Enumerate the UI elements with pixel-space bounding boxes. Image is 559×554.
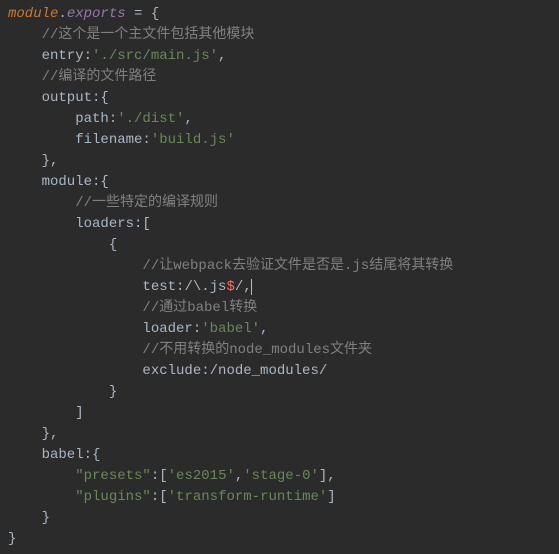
code-line: loader:'babel', bbox=[8, 321, 268, 337]
code-line: } bbox=[8, 531, 16, 547]
code-line: { bbox=[8, 237, 117, 253]
comment: //让webpack去验证文件是否是.js结尾将其转换 bbox=[8, 258, 453, 274]
code-line: }, bbox=[8, 153, 58, 169]
string-literal: './dist' bbox=[117, 111, 184, 127]
code-line: } bbox=[8, 384, 117, 400]
code-line: }, bbox=[8, 426, 58, 442]
comment: //通过babel转换 bbox=[8, 300, 257, 316]
regex-literal: /node_modules/ bbox=[210, 363, 328, 379]
string-literal: "presets" bbox=[75, 468, 151, 484]
code-line: test:/\.js$/, bbox=[8, 279, 252, 295]
string-literal: 'stage-0' bbox=[243, 468, 319, 484]
code-line: "plugins":['transform-runtime'] bbox=[8, 489, 336, 505]
code-line: "presets":['es2015','stage-0'], bbox=[8, 468, 336, 484]
code-line: babel:{ bbox=[8, 447, 100, 463]
string-literal: 'es2015' bbox=[168, 468, 235, 484]
string-literal: "plugins" bbox=[75, 489, 151, 505]
code-line: entry:'./src/main.js', bbox=[8, 48, 226, 64]
comment: //一些特定的编译规则 bbox=[8, 195, 218, 211]
string-literal: './src/main.js' bbox=[92, 48, 218, 64]
comment: //编译的文件路径 bbox=[8, 69, 156, 85]
code-line: filename:'build.js' bbox=[8, 132, 235, 148]
code-line: //通过babel转换 bbox=[8, 300, 257, 316]
code-line: //一些特定的编译规则 bbox=[8, 195, 218, 211]
code-line: //编译的文件路径 bbox=[8, 69, 156, 85]
comment: //这个是一个主文件包括其他模块 bbox=[8, 27, 254, 43]
property-exports: exports bbox=[67, 6, 126, 22]
text-cursor bbox=[251, 279, 252, 295]
code-line: loaders:[ bbox=[8, 216, 151, 232]
code-line: } bbox=[8, 510, 50, 526]
code-line: path:'./dist', bbox=[8, 111, 193, 127]
code-line: //这个是一个主文件包括其他模块 bbox=[8, 27, 254, 43]
code-editor[interactable]: module.exports = { //这个是一个主文件包括其他模块 entr… bbox=[0, 0, 559, 554]
code-line: ] bbox=[8, 405, 84, 421]
string-literal: 'transform-runtime' bbox=[168, 489, 328, 505]
code-line: module:{ bbox=[8, 174, 109, 190]
comment: //不用转换的node_modules文件夹 bbox=[8, 342, 372, 358]
string-literal: 'build.js' bbox=[151, 132, 235, 148]
code-line: output:{ bbox=[8, 90, 109, 106]
code-line: module.exports = { bbox=[8, 6, 159, 22]
string-literal: 'babel' bbox=[201, 321, 260, 337]
code-line: //不用转换的node_modules文件夹 bbox=[8, 342, 372, 358]
code-line: //让webpack去验证文件是否是.js结尾将其转换 bbox=[8, 258, 453, 274]
code-line: exclude:/node_modules/ bbox=[8, 363, 327, 379]
keyword-module: module bbox=[8, 6, 58, 22]
